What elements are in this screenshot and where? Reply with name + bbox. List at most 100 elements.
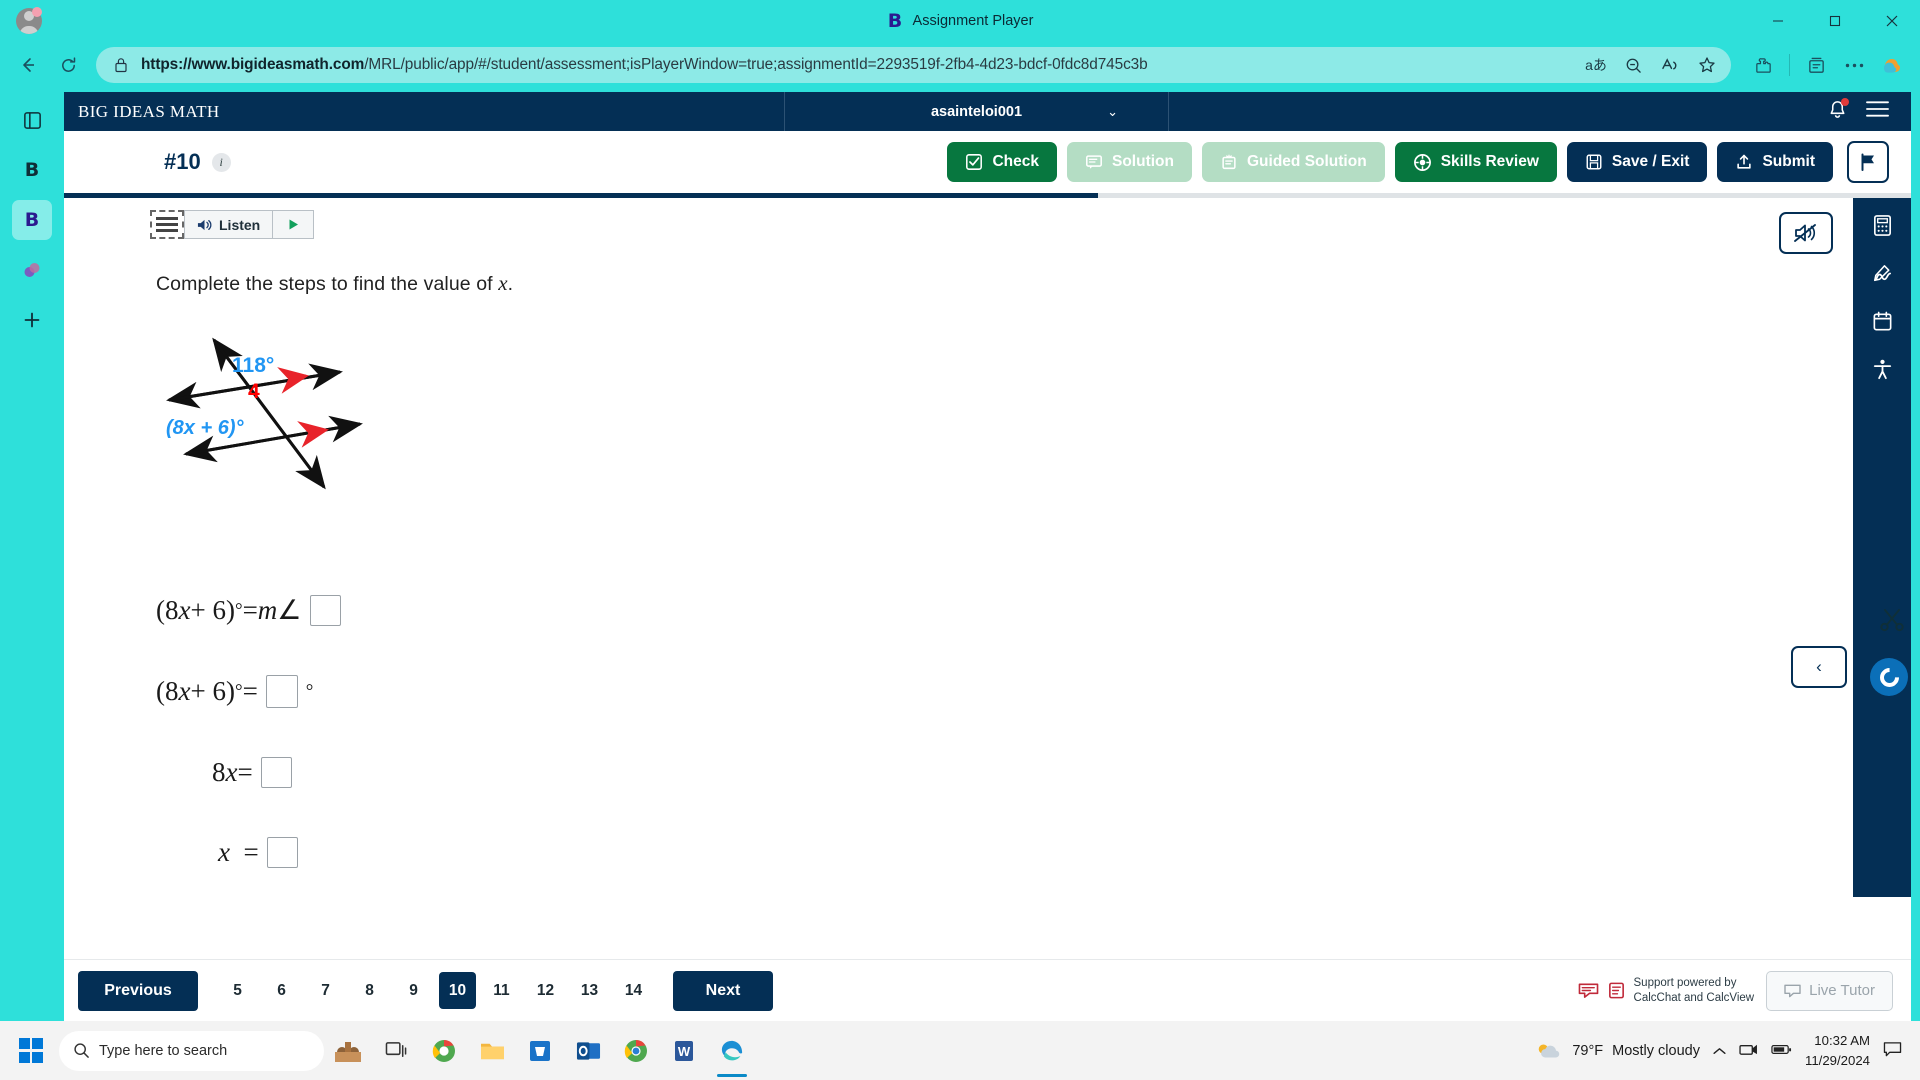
solution-steps: (8 x + 6) ° = m ∠ (8 x + 6) ° = ° 8x = x =	[64, 595, 1911, 868]
lock-icon	[110, 54, 132, 76]
chat-widget-icon[interactable]	[1870, 658, 1908, 696]
taskbar-task-view[interactable]	[372, 1025, 420, 1077]
maximize-button[interactable]	[1806, 0, 1863, 41]
sidebar-add-icon[interactable]	[12, 300, 52, 340]
prompt-variable: x	[498, 271, 508, 295]
page-button-10[interactable]: 10	[439, 972, 476, 1009]
taskbar-file-explorer[interactable]	[468, 1025, 516, 1077]
copilot-icon[interactable]	[1874, 47, 1910, 83]
diagram-angle-118: 118°	[232, 354, 274, 377]
submit-button[interactable]: Submit	[1717, 142, 1833, 182]
next-button[interactable]: Next	[673, 970, 773, 1011]
support-info: Support powered by CalcChat and CalcView	[1578, 976, 1754, 1005]
profile-avatar[interactable]	[12, 4, 46, 38]
close-button[interactable]	[1863, 0, 1920, 41]
degree-suffix-2: °	[305, 680, 314, 702]
taskbar-app-arch[interactable]	[324, 1025, 372, 1077]
zoom-out-icon[interactable]	[1619, 51, 1647, 79]
page-button-11[interactable]: 11	[483, 972, 520, 1009]
question-number: #10	[164, 149, 201, 174]
taskbar-outlook[interactable]	[564, 1025, 612, 1077]
taskbar-word[interactable]: W	[660, 1025, 708, 1077]
more-options-icon[interactable]	[1836, 47, 1872, 83]
pagination-right: Support powered by CalcChat and CalcView…	[1578, 970, 1893, 1011]
windows-taskbar: Type here to search W 79°F Mostly cloudy	[0, 1021, 1920, 1080]
notifications-button[interactable]	[1827, 97, 1849, 125]
page-button-13[interactable]: 13	[571, 972, 608, 1009]
username-label: asainteloi001	[930, 103, 1023, 120]
skills-review-button[interactable]: Skills Review	[1394, 142, 1557, 182]
step-expression: x =	[218, 837, 259, 867]
live-tutor-label: Live Tutor	[1809, 982, 1875, 999]
network-icon[interactable]	[1739, 1041, 1758, 1060]
page-button-12[interactable]: 12	[527, 972, 564, 1009]
flag-icon[interactable]	[1847, 141, 1889, 183]
clock[interactable]: 10:32 AM 11/29/2024	[1805, 1031, 1870, 1069]
page-button-6[interactable]: 6	[263, 972, 300, 1009]
minimize-button[interactable]	[1749, 0, 1806, 41]
sidebar-bigideas-active-icon[interactable]: B	[12, 200, 52, 240]
page-button-14[interactable]: 14	[615, 972, 652, 1009]
calculator-icon[interactable]	[1871, 214, 1894, 242]
refresh-icon[interactable]	[50, 47, 86, 83]
step-expression: 8x =	[212, 757, 253, 787]
save-exit-label: Save / Exit	[1611, 153, 1690, 170]
answer-input-2[interactable]	[265, 675, 298, 708]
live-tutor-button[interactable]: Live Tutor	[1766, 970, 1893, 1011]
chevron-down-icon: ⌄	[1107, 103, 1118, 119]
favorite-star-icon[interactable]	[1693, 51, 1721, 79]
browser-toolbar-right	[1741, 47, 1910, 83]
read-aloud-icon[interactable]	[1656, 51, 1684, 79]
collections-icon[interactable]	[1798, 47, 1834, 83]
diagram-expression: (8x + 6)°	[166, 417, 244, 439]
mute-icon[interactable]	[1779, 212, 1833, 254]
accessibility-icon[interactable]	[1871, 358, 1894, 386]
notes-icon[interactable]	[1871, 310, 1894, 338]
step-row: x =	[156, 837, 1911, 868]
check-button[interactable]: Check	[947, 142, 1057, 182]
taskbar-chrome[interactable]	[612, 1025, 660, 1077]
tray-expand-icon[interactable]	[1713, 1043, 1726, 1059]
save-exit-button[interactable]: Save / Exit	[1566, 142, 1708, 182]
collapse-panel-icon[interactable]: ‹	[1791, 646, 1847, 688]
sidebar-shapes-icon[interactable]	[12, 250, 52, 290]
start-button[interactable]	[8, 1028, 54, 1074]
user-menu[interactable]: asainteloi001 ⌄	[784, 92, 1169, 131]
page-button-9[interactable]: 9	[395, 972, 432, 1009]
taskbar-edge[interactable]	[708, 1025, 756, 1077]
weather-widget[interactable]: 79°F Mostly cloudy	[1535, 1040, 1700, 1062]
solution-button[interactable]: Solution	[1067, 142, 1192, 182]
taskbar-search[interactable]: Type here to search	[59, 1030, 324, 1071]
answer-input-3[interactable]	[260, 757, 292, 788]
guided-solution-button[interactable]: Guided Solution	[1202, 142, 1385, 182]
translate-icon[interactable]: aあ	[1582, 51, 1610, 79]
previous-button[interactable]: Previous	[78, 970, 198, 1011]
listen-button[interactable]: Listen	[184, 210, 274, 239]
browser-titlebar: B Assignment Player	[0, 0, 1920, 41]
extensions-icon[interactable]	[1745, 47, 1781, 83]
page-button-7[interactable]: 7	[307, 972, 344, 1009]
window-title-group: B Assignment Player	[887, 0, 1034, 41]
step-row: (8 x + 6) ° = m ∠	[156, 595, 1911, 626]
draw-icon[interactable]	[1871, 262, 1894, 290]
battery-icon[interactable]	[1771, 1043, 1792, 1059]
taskbar-chrome-alt[interactable]	[420, 1025, 468, 1077]
sidebar-tabs-icon[interactable]	[12, 100, 52, 140]
taskbar-store[interactable]	[516, 1025, 564, 1077]
back-icon[interactable]	[10, 47, 46, 83]
guided-solution-label: Guided Solution	[1247, 153, 1367, 170]
hamburger-menu-icon[interactable]	[1866, 100, 1889, 123]
sidebar-bigideas-icon[interactable]: B	[12, 150, 52, 190]
listen-toolbar: Listen	[64, 210, 1911, 239]
scissors-icon[interactable]	[1879, 607, 1905, 638]
notification-center-icon[interactable]	[1883, 1041, 1902, 1061]
play-icon[interactable]	[273, 210, 315, 239]
page-button-5[interactable]: 5	[219, 972, 256, 1009]
page-button-8[interactable]: 8	[351, 972, 388, 1009]
drag-handle[interactable]	[150, 210, 184, 239]
info-icon[interactable]: i	[211, 152, 231, 172]
answer-input-1[interactable]	[309, 595, 341, 626]
answer-input-4[interactable]	[266, 837, 298, 868]
address-bar[interactable]: https://www.bigideasmath.com/MRL/public/…	[96, 47, 1731, 83]
edge-sidebar-rail: B B	[0, 92, 64, 1021]
